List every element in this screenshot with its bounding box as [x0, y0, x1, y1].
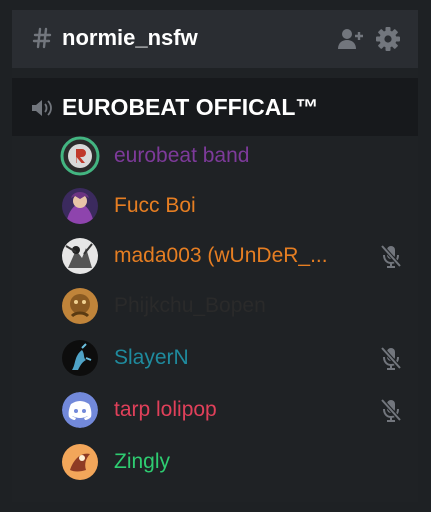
voice-channel-item[interactable]: EUROBEAT OFFICAL™	[12, 78, 418, 136]
gear-icon[interactable]	[374, 26, 402, 52]
avatar	[62, 188, 98, 224]
voice-user-row[interactable]: Fucc Boi	[58, 184, 408, 228]
user-name: SlayerN	[114, 346, 189, 369]
mute-icon	[380, 398, 402, 422]
speaker-icon	[32, 100, 52, 116]
add-member-icon[interactable]	[336, 26, 364, 52]
voice-user-row[interactable]: SlayerN	[58, 336, 408, 380]
user-name: Phijkchu_Bopen	[114, 294, 266, 317]
avatar	[60, 136, 100, 176]
text-channel-item[interactable]: normie_nsfw	[12, 10, 418, 68]
avatar	[62, 444, 98, 480]
hash-icon	[32, 27, 52, 49]
user-name: eurobeat band	[114, 144, 250, 167]
voice-user-row[interactable]: Phijkchu_Bopen	[58, 284, 408, 328]
user-name: Zingly	[114, 450, 171, 473]
user-name: tarp lolipop	[114, 398, 217, 421]
voice-user-row[interactable]: tarp lolipop	[58, 388, 408, 432]
voice-channel-name: EUROBEAT OFFICAL™	[62, 94, 319, 120]
voice-user-row[interactable]: eurobeat band	[58, 134, 408, 178]
mute-icon	[380, 244, 402, 268]
voice-user-row[interactable]: Zingly	[58, 440, 408, 484]
user-name: mada003 (wUnDeR_...	[114, 244, 328, 267]
avatar	[62, 288, 98, 324]
voice-user-row[interactable]: mada003 (wUnDeR_...	[58, 234, 408, 278]
mute-icon	[380, 346, 402, 370]
text-channel-name: normie_nsfw	[62, 25, 198, 50]
avatar	[62, 238, 98, 274]
avatar	[62, 340, 98, 376]
channel-list-panel: normie_nsfw EUROBEAT OFFICAL™ eurobeat b…	[12, 10, 418, 502]
user-name: Fucc Boi	[114, 194, 196, 217]
avatar	[62, 392, 98, 428]
